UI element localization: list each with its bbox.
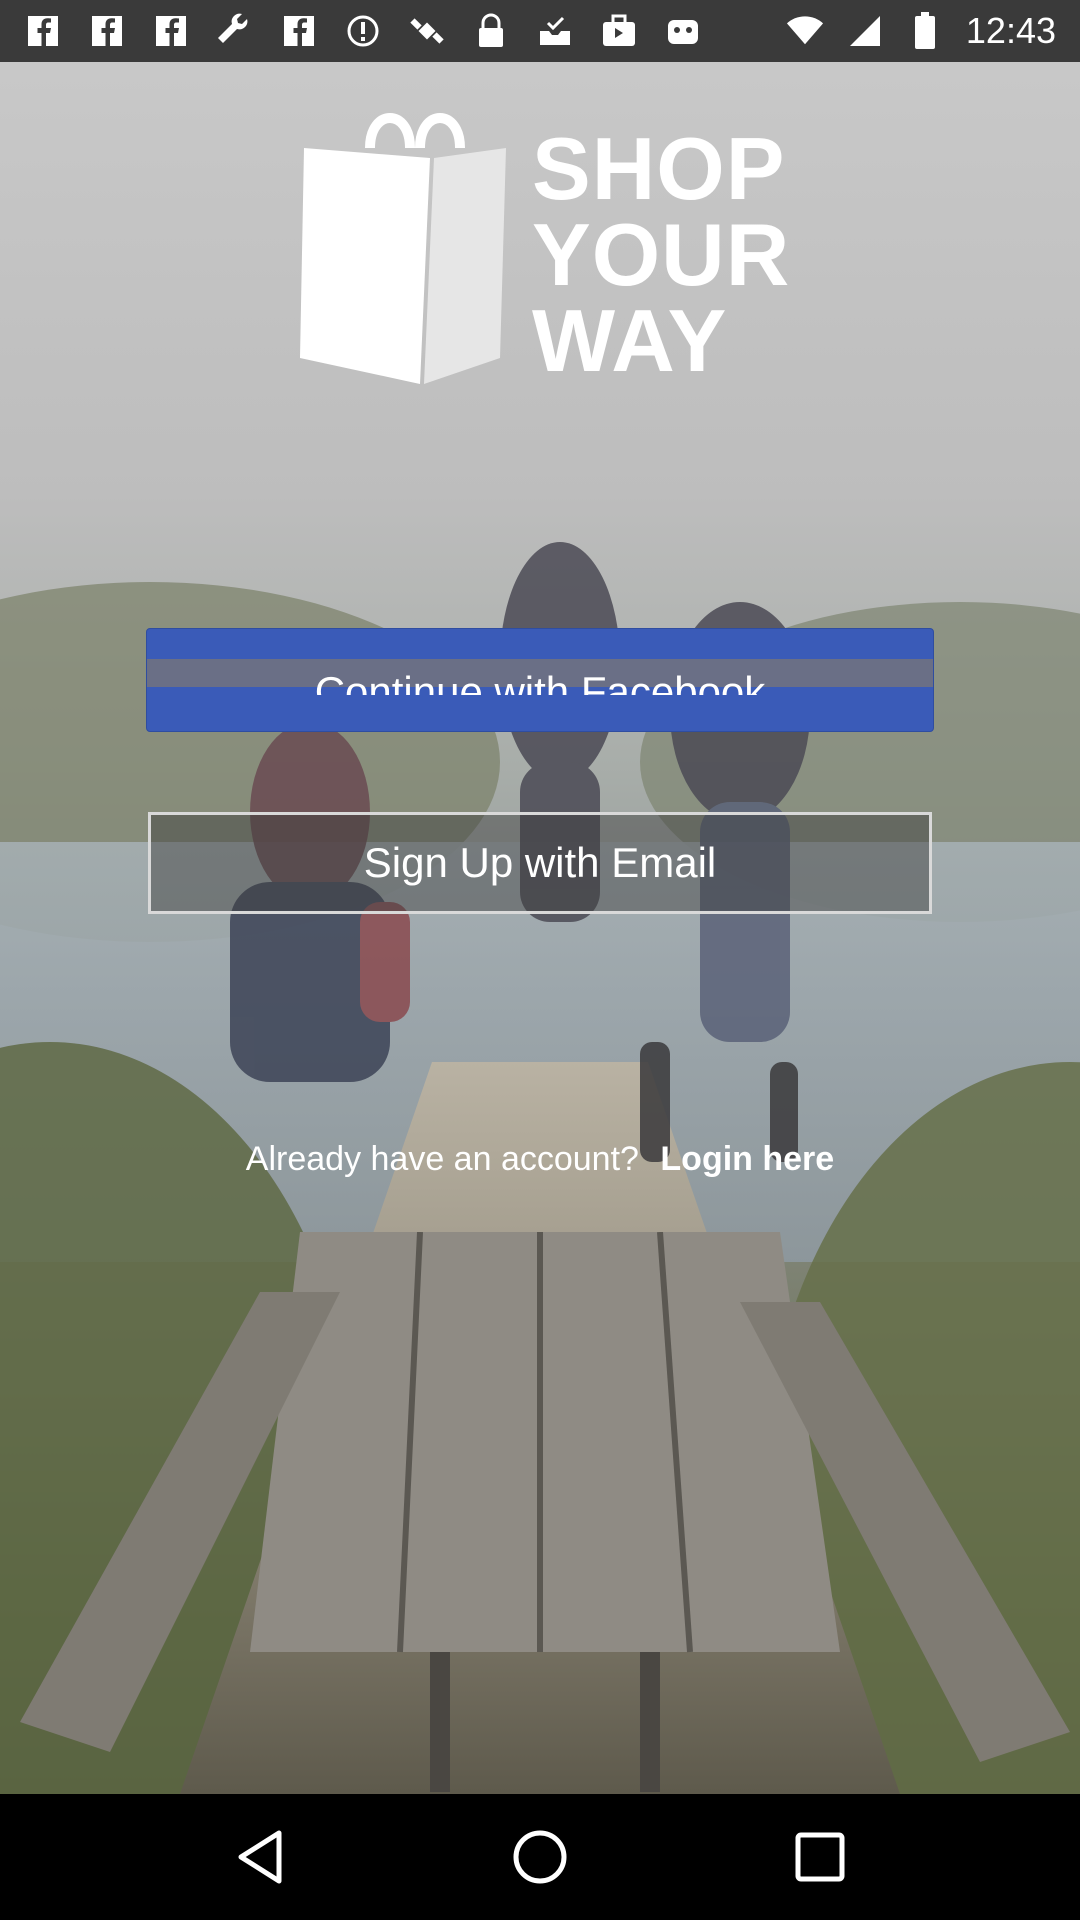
briefcase-icon	[600, 12, 638, 50]
sign-up-with-email-button[interactable]: Sign Up with Email	[148, 812, 932, 914]
facebook-icon	[280, 12, 318, 50]
home-icon[interactable]	[510, 1827, 570, 1887]
notification-icons	[24, 12, 702, 50]
picnic-table	[20, 1232, 1070, 1792]
facebook-icon	[24, 12, 62, 50]
wrench-icon	[216, 12, 254, 50]
status-bar: 12:43	[0, 0, 1080, 62]
satellite-icon	[408, 12, 446, 50]
navigation-bar	[0, 1794, 1080, 1920]
login-here-link[interactable]: Login here	[660, 1140, 834, 1178]
android-icon	[664, 12, 702, 50]
login-prompt-row: Already have an account? Login here	[0, 1140, 1080, 1179]
alert-icon	[344, 12, 382, 50]
facebook-icon	[88, 12, 126, 50]
signal-icon	[846, 12, 884, 50]
lock-icon	[472, 12, 510, 50]
clock-time: 12:43	[965, 10, 1056, 51]
system-status: 12:43	[786, 10, 1056, 52]
facebook-button-label: Continue with Facebook	[314, 671, 766, 695]
logo-wordmark: SHOP YOUR WAY	[532, 119, 791, 390]
email-button-label: Sign Up with Email	[363, 839, 717, 886]
continue-with-facebook-button[interactable]: Continue with Facebook	[146, 628, 934, 732]
wifi-icon	[786, 12, 824, 50]
facebook-icon	[152, 12, 190, 50]
shopping-bag-icon	[300, 113, 506, 384]
back-icon[interactable]	[230, 1827, 290, 1887]
logo-line-way: WAY	[532, 291, 728, 390]
battery-icon	[906, 12, 944, 50]
recents-icon[interactable]	[790, 1827, 850, 1887]
logo-line-your: YOUR	[532, 205, 791, 304]
shop-your-way-logo: SHOP YOUR WAY	[300, 108, 791, 390]
login-prompt-text: Already have an account?	[245, 1140, 639, 1178]
logo-line-shop: SHOP	[532, 119, 786, 218]
inbox-check-icon	[536, 12, 574, 50]
